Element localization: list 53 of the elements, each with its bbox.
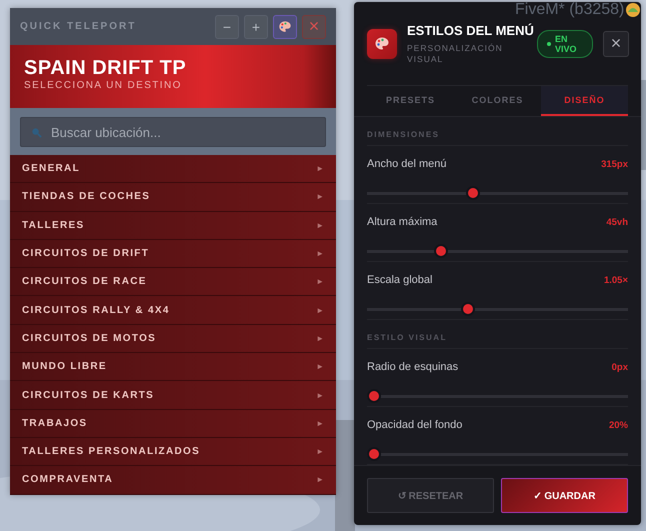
panel-title: QUICK TELEPORT: [20, 21, 136, 32]
panel-subtitle: PERSONALIZACIÓN VISUAL: [407, 43, 504, 65]
arrow-icon: ►: [316, 249, 324, 258]
category-item[interactable]: CIRCUITOS DE RACE ►: [10, 268, 336, 296]
slider-value: 0px: [612, 362, 628, 372]
status-badge: EN VIVO: [537, 30, 593, 58]
category-item[interactable]: TIENDAS DE COCHES ►: [10, 183, 336, 212]
search-field[interactable]: Buscar ubicación...: [20, 117, 326, 147]
save-button[interactable]: ✓ GUARDAR: [501, 478, 628, 513]
panel-title: ESTILOS DEL MENÚ: [407, 23, 534, 38]
category-item[interactable]: CIRCUITOS DE KARTS ►: [10, 381, 336, 410]
window-title: FiveM* (b3258): [515, 1, 624, 19]
arrow-icon: ►: [316, 220, 324, 230]
category-item[interactable]: TALLERES PERSONALIZADOS ►: [10, 438, 336, 466]
slider-label: Opacidad del fondo: [367, 419, 462, 431]
palette-button[interactable]: [273, 14, 297, 38]
arrow-icon: ►: [316, 475, 324, 484]
slider-label: Altura máxima: [367, 216, 438, 228]
zoom-out-button[interactable]: −: [215, 14, 239, 38]
category-item[interactable]: GENERAL ►: [10, 155, 336, 184]
tab[interactable]: DISEÑO: [541, 86, 628, 116]
category-item[interactable]: COMPRAVENTA ►: [10, 466, 336, 495]
category-item[interactable]: TRABAJOS ►: [10, 410, 336, 438]
close-button[interactable]: ×: [603, 30, 629, 56]
category-item[interactable]: MUNDO LIBRE ►: [10, 353, 336, 382]
palette-icon: [367, 28, 397, 58]
slider-value: 315px: [601, 158, 628, 170]
slider-value: 45vh: [606, 216, 628, 228]
category-item[interactable]: CIRCUITOS DE MOTOS ►: [10, 324, 336, 354]
zoom-in-button[interactable]: +: [244, 14, 268, 38]
section-heading: ESTILO VISUAL: [367, 320, 628, 349]
slider-label: Escala global: [367, 274, 432, 286]
slider-label: Radio de esquinas: [367, 361, 458, 373]
search-icon: [31, 127, 42, 138]
arrow-icon: ►: [316, 390, 324, 400]
banner-subtitle: SELECCIONA UN DESTINO: [24, 80, 183, 91]
slider-value: 20%: [608, 420, 628, 430]
category-item[interactable]: CIRCUITOS DE DRIFT ►: [10, 240, 336, 268]
arrow-icon: ►: [316, 164, 324, 174]
arrow-icon: ►: [316, 277, 324, 286]
arrow-icon: ►: [316, 306, 324, 315]
category-item[interactable]: TALLERES ►: [10, 212, 336, 240]
section-heading: DIMENSIONES: [367, 117, 628, 146]
arrow-icon: ►: [316, 334, 324, 343]
slider-value: 1.05×: [604, 274, 628, 286]
slider-label: Ancho del menú: [367, 158, 446, 170]
arrow-icon: ►: [316, 192, 324, 202]
category-item[interactable]: CIRCUITOS RALLY & 4X4 ►: [10, 296, 336, 325]
banner-title: SPAIN DRIFT TP: [24, 57, 188, 79]
arrow-icon: ►: [316, 447, 324, 456]
arrow-icon: ►: [316, 418, 324, 428]
arrow-icon: ►: [316, 362, 324, 372]
palette-icon: [278, 20, 292, 34]
